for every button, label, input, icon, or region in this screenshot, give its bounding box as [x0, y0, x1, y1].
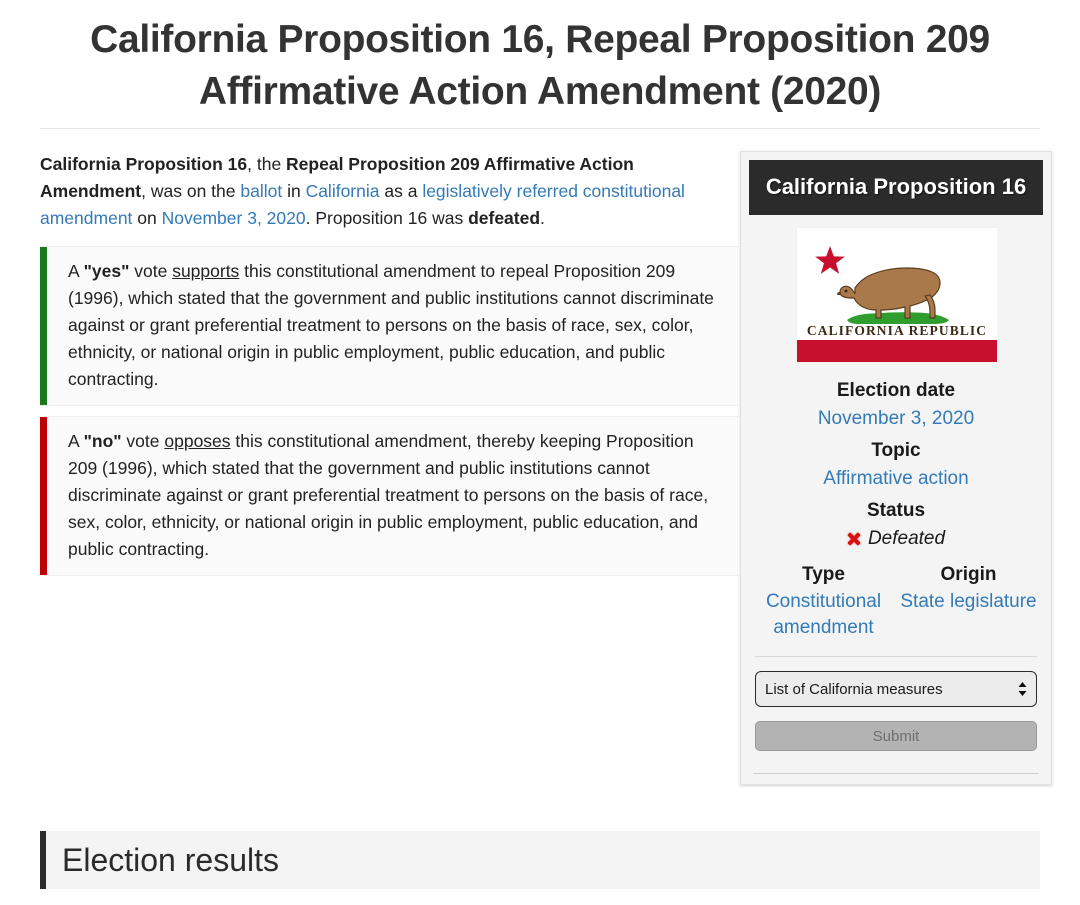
- red-x-icon: [847, 531, 862, 546]
- chevron-updown-icon: [1018, 681, 1027, 697]
- infobox-label-origin: Origin: [940, 564, 997, 585]
- infobox-type-origin-row: Type Constitutional amendment Origin Sta…: [749, 555, 1043, 644]
- status-badge: Defeated: [867, 528, 946, 549]
- intro-text-7: .: [540, 208, 545, 228]
- infobox-label-status: Status: [866, 500, 926, 521]
- no-lead: A: [68, 431, 84, 451]
- intro-text-1: , the: [247, 154, 287, 174]
- infobox-link-origin[interactable]: State legislature: [900, 591, 1036, 612]
- title-area: California Proposition 16, Repeal Propos…: [0, 0, 1080, 118]
- submit-button[interactable]: Submit: [755, 721, 1037, 751]
- page-title: California Proposition 16, Repeal Propos…: [90, 18, 990, 113]
- intro-bold-outcome: defeated: [468, 208, 541, 228]
- main-content-column: California Proposition 16, the Repeal Pr…: [40, 151, 740, 576]
- measures-select[interactable]: List of California measures: [755, 671, 1037, 707]
- yes-mid: vote: [129, 261, 173, 281]
- yes-vote-text: A "yes" vote supports this constitutiona…: [58, 258, 725, 393]
- infobox-bottom-divider: [753, 773, 1039, 774]
- intro-text-4: as a: [379, 181, 423, 201]
- link-election-date[interactable]: November 3, 2020: [162, 208, 306, 228]
- infobox-value-origin[interactable]: State legislature: [896, 589, 1041, 618]
- infobox-field-origin: Origin State legislature: [896, 561, 1041, 644]
- infobox-value-topic[interactable]: Affirmative action: [753, 465, 1039, 495]
- no-vote-text: A "no" vote opposes this constitutional …: [58, 428, 725, 563]
- intro-text-5: on: [132, 208, 162, 228]
- intro-text-6: . Proposition 16 was: [305, 208, 469, 228]
- infobox-flag-container: CALIFORNIA REPUBLIC: [749, 215, 1043, 375]
- infobox-value-status: Defeated: [753, 525, 1039, 555]
- proposition-infobox: California Proposition 16 CALIFORNIA REP…: [740, 151, 1052, 785]
- measures-select-wrapper: List of California measures: [755, 671, 1037, 707]
- yes-verb: supports: [172, 261, 240, 281]
- infobox-label-election-date: Election date: [836, 380, 956, 401]
- yes-quoted: "yes": [83, 261, 130, 281]
- infobox-link-type[interactable]: Constitutional amendment: [766, 591, 881, 638]
- infobox-field-status: Status Defeated: [749, 495, 1043, 555]
- infobox-value-election-date[interactable]: November 3, 2020: [753, 405, 1039, 435]
- infobox-label-topic: Topic: [871, 440, 921, 461]
- no-verb: opposes: [164, 431, 231, 451]
- infobox-field-election-date: Election date November 3, 2020: [749, 375, 1043, 435]
- infobox-column: California Proposition 16 CALIFORNIA REP…: [740, 151, 1052, 785]
- title-divider: [40, 128, 1040, 129]
- svg-text:CALIFORNIA REPUBLIC: CALIFORNIA REPUBLIC: [807, 323, 987, 338]
- california-state-flag-icon: CALIFORNIA REPUBLIC: [796, 227, 997, 362]
- yes-vote-box: A "yes" vote supports this constitutiona…: [40, 246, 740, 406]
- no-quoted: "no": [83, 431, 122, 451]
- yes-accent-bar: [40, 247, 47, 405]
- infobox-field-topic: Topic Affirmative action: [749, 435, 1043, 495]
- yes-lead: A: [68, 261, 84, 281]
- intro-text-2: , was on the: [141, 181, 241, 201]
- infobox-value-type[interactable]: Constitutional amendment: [751, 589, 896, 644]
- intro-bold-name: California Proposition 16: [40, 154, 248, 174]
- intro-text-3: in: [282, 181, 306, 201]
- infobox-label-type: Type: [802, 564, 845, 585]
- measures-select-value: List of California measures: [765, 680, 943, 698]
- infobox-link-election-date[interactable]: November 3, 2020: [818, 408, 974, 429]
- no-mid: vote: [121, 431, 165, 451]
- election-results-section: Election results California Proposition …: [0, 831, 1080, 905]
- infobox-field-type: Type Constitutional amendment: [751, 561, 896, 644]
- content-columns: California Proposition 16, the Repeal Pr…: [0, 151, 1080, 785]
- infobox-title: California Proposition 16: [749, 160, 1043, 215]
- intro-paragraph: California Proposition 16, the Repeal Pr…: [40, 151, 720, 232]
- link-ballot[interactable]: ballot: [240, 181, 282, 201]
- link-california[interactable]: California: [306, 181, 380, 201]
- page-root: California Proposition 16, Repeal Propos…: [0, 0, 1080, 905]
- no-vote-box: A "no" vote opposes this constitutional …: [40, 416, 740, 576]
- infobox-link-topic[interactable]: Affirmative action: [823, 468, 968, 489]
- infobox-form: List of California measures Submit: [749, 657, 1043, 755]
- no-accent-bar: [40, 417, 47, 575]
- election-results-heading: Election results: [62, 842, 279, 878]
- election-results-heading-bar: Election results: [40, 831, 1040, 889]
